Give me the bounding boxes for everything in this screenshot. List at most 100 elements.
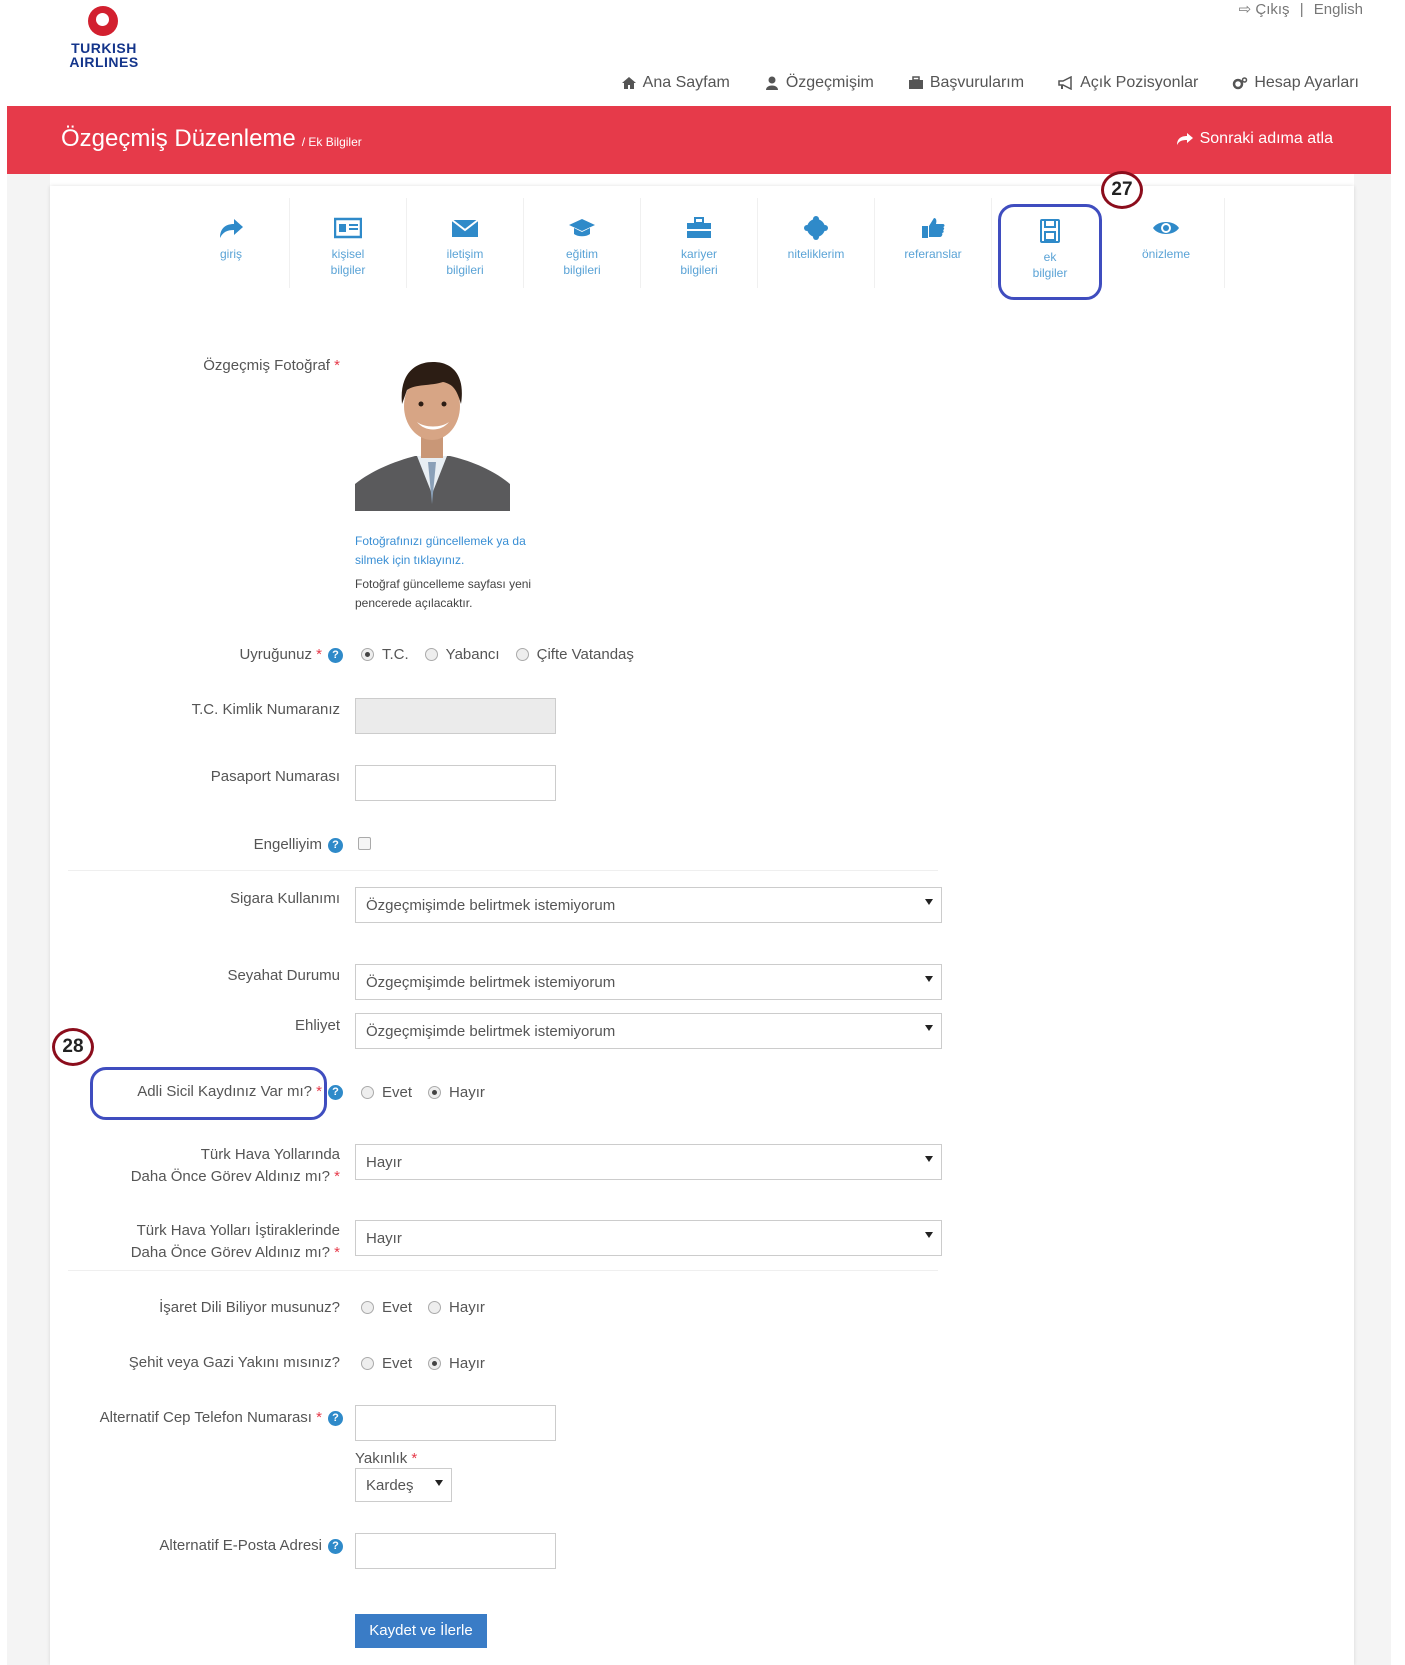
step-label: iletişim [446, 247, 484, 261]
step-personal[interactable]: kişisel bilgiler [290, 198, 407, 288]
criminal-record-option-no[interactable]: Hayır [428, 1084, 485, 1101]
page-gutter-left [7, 174, 50, 1665]
license-select[interactable]: Özgeçmişimde belirtmek istemiyorum [355, 1013, 942, 1049]
step-additional-info[interactable]: ek bilgiler [998, 204, 1102, 300]
logo-text-line2: AIRLINES [69, 54, 139, 70]
step-contact[interactable]: iletişim bilgileri [407, 198, 524, 288]
thy-worked-select[interactable]: Hayır [355, 1144, 942, 1180]
nav-label: Özgeçmişim [785, 74, 874, 91]
thy-worked-label-line1: Türk Hava Yollarında [200, 1146, 340, 1163]
step-label: bilgileri [563, 263, 601, 277]
radio-icon[interactable] [361, 1301, 374, 1314]
step-references[interactable]: referanslar [875, 198, 992, 288]
step-label: eğitim [565, 247, 598, 261]
nav-item-applications[interactable]: Başvurularım [908, 74, 1024, 92]
required-marker: * [411, 1450, 418, 1467]
help-icon[interactable]: ? [328, 1084, 343, 1100]
step-education[interactable]: eğitim bilgileri [524, 198, 641, 288]
photo-note-line: Fotoğraf güncelleme sayfası yeni [355, 577, 532, 591]
tc-id-input[interactable] [355, 698, 556, 734]
alt-phone-label: Alternatif Cep Telefon Numarası *? [60, 1407, 343, 1429]
certificate-icon [804, 216, 828, 240]
step-label: giriş [219, 247, 242, 261]
annotation-badge-28: 28 [52, 1028, 94, 1066]
required-marker: * [316, 1409, 322, 1426]
nav-item-cv[interactable]: Özgeçmişim [764, 74, 874, 92]
share-icon [1176, 133, 1193, 145]
travel-select[interactable]: Özgeçmişimde belirtmek istemiyorum [355, 964, 942, 1000]
radio-icon[interactable] [361, 1357, 374, 1370]
criminal-record-option-yes[interactable]: Evet [361, 1084, 412, 1101]
skip-next-step-link[interactable]: Sonraki adıma atla [1176, 130, 1333, 148]
criminal-record-label-text: Adli Sicil Kaydınız Var mı? [137, 1083, 312, 1100]
profile-photo[interactable] [355, 356, 510, 511]
alt-phone-input[interactable] [355, 1405, 556, 1441]
update-photo-link[interactable]: Fotoğrafınızı güncellemek ya da silmek i… [355, 532, 526, 570]
radio-selected-icon[interactable] [428, 1357, 442, 1370]
home-icon [621, 77, 636, 89]
help-icon[interactable]: ? [328, 837, 343, 853]
thy-worked-label: Türk Hava Yollarında Daha Önce Görev Ald… [80, 1144, 340, 1188]
wizard-steps: giriş kişisel bilgiler iletişim bilgiler… [173, 198, 1225, 300]
nationality-radio-group: T.C. Yabancı Çifte Vatandaş [361, 646, 650, 663]
relation-select[interactable]: Kardeş [355, 1468, 452, 1502]
help-icon[interactable]: ? [328, 1410, 343, 1426]
radio-icon[interactable] [515, 648, 529, 661]
martyr-relative-option-yes[interactable]: Evet [361, 1355, 412, 1372]
dropdown-arrow-icon [435, 1480, 443, 1486]
logout-link[interactable]: Çıkış [1255, 1, 1289, 18]
eye-icon [1153, 222, 1179, 234]
save-and-continue-button[interactable]: Kaydet ve İlerle [355, 1614, 487, 1648]
sign-language-option-yes[interactable]: Evet [361, 1299, 412, 1316]
help-icon[interactable]: ? [328, 1538, 343, 1554]
language-link[interactable]: English [1314, 1, 1363, 18]
step-preview[interactable]: önizleme [1108, 198, 1225, 288]
thy-subsidiary-label-line2: Daha Önce Görev Aldınız mı? [130, 1244, 330, 1261]
top-links-separator: | [1299, 1, 1304, 18]
thy-subsidiary-select[interactable]: Hayır [355, 1220, 942, 1256]
disability-checkbox[interactable] [358, 837, 371, 850]
photo-note: Fotoğraf güncelleme sayfası yeni pencere… [355, 575, 531, 613]
step-career[interactable]: kariyer bilgileri [641, 198, 758, 288]
sign-language-option-no[interactable]: Hayır [428, 1299, 485, 1316]
share-icon [220, 219, 243, 238]
step-qualifications[interactable]: niteliklerim [758, 198, 875, 288]
nav-label: Hesap Ayarları [1254, 74, 1359, 91]
logo-text-line1: TURKISH [71, 40, 137, 56]
section-divider [68, 870, 938, 871]
nationality-option-dual[interactable]: Çifte Vatandaş [515, 646, 634, 663]
logout-icon: ⇨ [1238, 1, 1252, 18]
dropdown-arrow-icon [925, 899, 933, 905]
nav-item-home[interactable]: Ana Sayfam [621, 74, 730, 92]
nav-item-open-positions[interactable]: Açık Pozisyonlar [1058, 74, 1198, 92]
smoking-select[interactable]: Özgeçmişimde belirtmek istemiyorum [355, 887, 942, 923]
step-label: kariyer [680, 247, 717, 261]
radio-selected-icon[interactable] [361, 648, 374, 661]
nav-item-account-settings[interactable]: Hesap Ayarları [1232, 74, 1359, 92]
radio-icon[interactable] [361, 1086, 374, 1099]
nationality-option-foreign[interactable]: Yabancı [424, 646, 500, 663]
step-label: bilgileri [680, 263, 718, 277]
option-label: Yabancı [445, 646, 500, 663]
briefcase-icon [908, 76, 923, 89]
alt-email-input[interactable] [355, 1533, 556, 1569]
user-icon [765, 76, 778, 90]
nav-label: Başvurularım [929, 74, 1025, 91]
radio-icon[interactable] [428, 1301, 442, 1314]
license-label: Ehliyet [294, 1017, 340, 1034]
turkish-airlines-logo[interactable]: TURKISH AIRLINES [66, 6, 146, 72]
photo-label-text: Özgeçmiş Fotoğraf [203, 357, 330, 374]
nationality-option-tc[interactable]: T.C. [361, 646, 409, 663]
required-marker: * [334, 1244, 340, 1261]
criminal-record-radio-group: Evet Hayır [361, 1084, 501, 1101]
alt-email-label-text: Alternatif E-Posta Adresi [159, 1537, 322, 1554]
option-label: Evet [382, 1299, 413, 1316]
step-intro[interactable]: giriş [173, 198, 290, 288]
required-marker: * [334, 357, 340, 374]
radio-icon[interactable] [424, 648, 438, 661]
passport-input[interactable] [355, 765, 556, 801]
radio-selected-icon[interactable] [428, 1086, 442, 1099]
martyr-relative-option-no[interactable]: Hayır [428, 1355, 485, 1372]
sign-language-label: İşaret Dili Biliyor musunuz? [159, 1299, 340, 1316]
help-icon[interactable]: ? [328, 647, 343, 663]
